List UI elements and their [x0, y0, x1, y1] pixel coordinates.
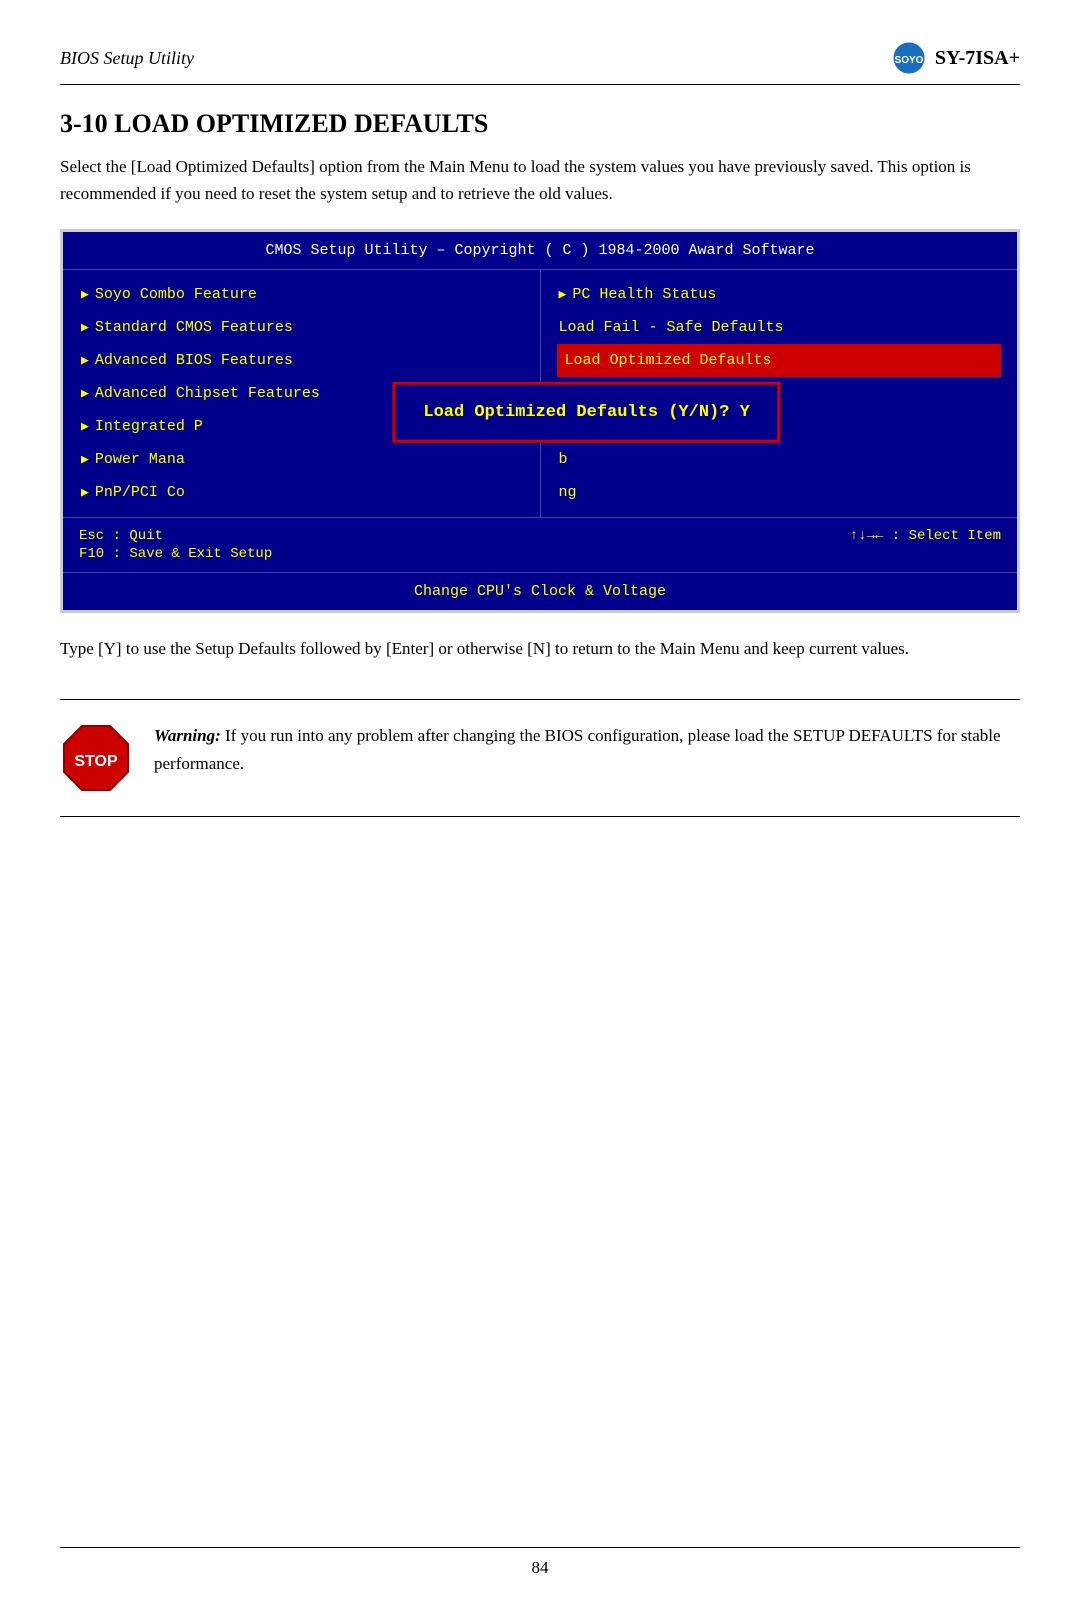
- bios-item-fail-safe[interactable]: Load Fail - Safe Defaults: [557, 311, 1002, 344]
- arrow-icon: ▶: [81, 286, 89, 304]
- bios-item-label: Integrated P: [95, 416, 203, 437]
- bios-item-label: Standard CMOS Features: [95, 317, 293, 338]
- stop-sign-icon: STOP: [60, 722, 132, 794]
- bios-item-label: Load Fail - Safe Defaults: [559, 317, 784, 338]
- section-heading: 3-10 LOAD OPTIMIZED DEFAULTS: [60, 109, 1020, 139]
- arrow-icon: ▶: [81, 319, 89, 337]
- bios-footer-row1: Esc : Quit ↑↓→← : Select Item: [79, 528, 1001, 544]
- page-number: 84: [532, 1558, 549, 1577]
- bios-item-soyo[interactable]: ▶ Soyo Combo Feature: [79, 278, 524, 311]
- bios-main-area: ▶ Soyo Combo Feature ▶ Standard CMOS Fea…: [63, 270, 1017, 518]
- bios-item-label: PC Health Status: [572, 284, 716, 305]
- bios-title-bar: CMOS Setup Utility – Copyright ( C ) 198…: [63, 232, 1017, 270]
- page-footer: 84: [60, 1547, 1020, 1578]
- after-text: Type [Y] to use the Setup Defaults follo…: [60, 635, 1020, 662]
- warning-section: STOP Warning: If you run into any proble…: [60, 699, 1020, 817]
- bios-item-standard[interactable]: ▶ Standard CMOS Features: [79, 311, 524, 344]
- bios-f10-label: F10 : Save & Exit Setup: [79, 546, 1001, 562]
- warning-bold: Warning:: [154, 726, 221, 745]
- header: BIOS Setup Utility SOYO SY-7ISA+: [60, 40, 1020, 85]
- bios-item-label: b: [559, 449, 568, 470]
- warning-text: Warning: If you run into any problem aft…: [154, 722, 1020, 778]
- bios-item-power[interactable]: ▶ Power Mana: [79, 443, 524, 476]
- arrow-icon: ▶: [81, 385, 89, 403]
- arrow-icon: ▶: [81, 484, 89, 502]
- arrow-icon: ▶: [559, 286, 567, 304]
- header-title: BIOS Setup Utility: [60, 48, 194, 69]
- bios-item-advanced-bios[interactable]: ▶ Advanced BIOS Features: [79, 344, 524, 377]
- bios-item-label: ng: [559, 482, 577, 503]
- bios-item-label: Soyo Combo Feature: [95, 284, 257, 305]
- bios-item-label: Power Mana: [95, 449, 185, 470]
- bios-dialog-text: Load Optimized Defaults (Y/N)? Y: [423, 403, 749, 422]
- bios-dialog-overlay: Load Optimized Defaults (Y/N)? Y: [392, 382, 780, 443]
- bios-esc-label: Esc : Quit: [79, 528, 163, 544]
- arrow-icon: ▶: [81, 352, 89, 370]
- bios-item-partial2: b: [557, 443, 1002, 476]
- bios-footer: Esc : Quit ↑↓→← : Select Item F10 : Save…: [63, 518, 1017, 573]
- bios-arrows-label: ↑↓→← : Select Item: [850, 528, 1001, 544]
- bios-screen: CMOS Setup Utility – Copyright ( C ) 198…: [60, 229, 1020, 613]
- bios-item-load-optimized[interactable]: Load Optimized Defaults: [557, 344, 1002, 377]
- intro-text: Select the [Load Optimized Defaults] opt…: [60, 153, 1020, 207]
- svg-text:SOYO: SOYO: [894, 55, 923, 66]
- bios-item-label: Load Optimized Defaults: [565, 350, 772, 371]
- bios-item-label: PnP/PCI Co: [95, 482, 185, 503]
- arrow-icon: ▶: [81, 418, 89, 436]
- warning-body: If you run into any problem after changi…: [154, 726, 1001, 773]
- bios-item-pc-health[interactable]: ▶ PC Health Status: [557, 278, 1002, 311]
- arrow-icon: ▶: [81, 451, 89, 469]
- soyo-logo-icon: SOYO: [891, 40, 927, 76]
- brand-name: SY-7ISA+: [935, 47, 1020, 70]
- svg-text:STOP: STOP: [74, 753, 118, 770]
- bios-item-partial3: ng: [557, 476, 1002, 509]
- bios-subfooter: Change CPU's Clock & Voltage: [63, 573, 1017, 610]
- header-brand: SOYO SY-7ISA+: [891, 40, 1020, 76]
- bios-item-pnp[interactable]: ▶ PnP/PCI Co: [79, 476, 524, 509]
- bios-item-label: Advanced BIOS Features: [95, 350, 293, 371]
- bios-item-label: Advanced Chipset Features: [95, 383, 320, 404]
- bios-dialog: Load Optimized Defaults (Y/N)? Y: [392, 382, 780, 443]
